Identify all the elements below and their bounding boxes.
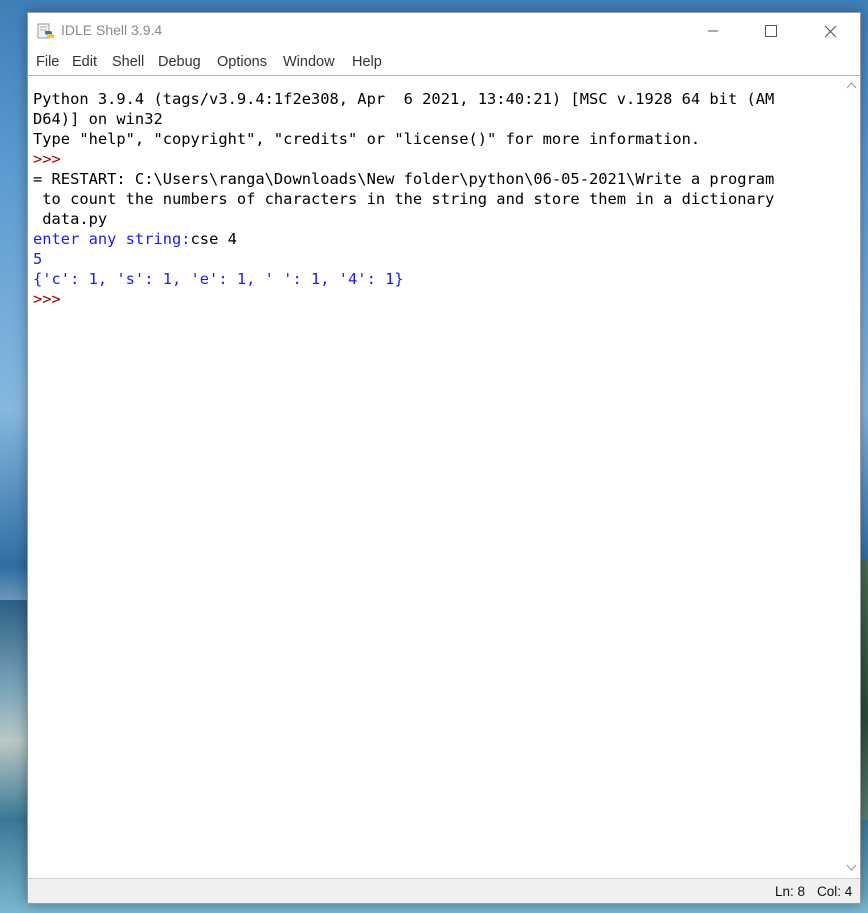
shell-line-restart: = RESTART: C:\Users\ranga\Downloads\New …	[33, 170, 775, 188]
shell-prompt: >>>	[33, 150, 71, 168]
close-icon	[824, 25, 836, 37]
minimize-icon	[708, 30, 718, 32]
shell-line-restart-cont: to count the numbers of characters in th…	[33, 190, 775, 208]
status-column-number: Col: 4	[817, 884, 853, 899]
minimize-button[interactable]	[684, 13, 742, 49]
menu-help[interactable]: Help	[350, 54, 384, 70]
status-line-number: Ln: 8	[775, 884, 806, 899]
shell-line-help-info: Type "help", "copyright", "credits" or "…	[33, 130, 701, 148]
menu-edit[interactable]: Edit	[70, 54, 99, 70]
window-title: IDLE Shell 3.9.4	[61, 22, 163, 38]
menu-shell[interactable]: Shell	[110, 54, 146, 70]
menu-bar: File Edit Shell Debug Options Window Hel…	[28, 51, 860, 75]
user-input-text: cse 4	[190, 230, 237, 248]
close-button[interactable]	[801, 13, 859, 49]
idle-shell-window: IDLE Shell 3.9.4 File Edit Shell Debug O…	[27, 12, 861, 904]
input-prompt-text: enter any string:	[33, 230, 191, 248]
shell-output-count: 5	[33, 250, 43, 268]
maximize-button[interactable]	[742, 13, 800, 49]
shell-line-restart-file: data.py	[33, 210, 108, 228]
vertical-scrollbar[interactable]	[843, 75, 860, 877]
menu-debug[interactable]: Debug	[156, 54, 203, 70]
shell-text-area[interactable]: Python 3.9.4 (tags/v3.9.4:1f2e308, Apr 6…	[28, 75, 843, 877]
python-idle-icon	[37, 22, 55, 40]
shell-line-version: Python 3.9.4 (tags/v3.9.4:1f2e308, Apr 6…	[33, 90, 775, 108]
menu-file[interactable]: File	[34, 54, 61, 70]
shell-prompt-current[interactable]: >>>	[33, 289, 70, 309]
shell-line-platform: D64)] on win32	[33, 110, 163, 128]
shell-output-dictionary: {'c': 1, 's': 1, 'e': 1, ' ': 1, '4': 1}	[33, 270, 404, 288]
scroll-down-arrow-icon[interactable]	[846, 864, 857, 872]
status-bar: Ln: 8 Col: 4	[28, 878, 860, 903]
shell-line-input-prompt: enter any string:cse 4	[33, 229, 237, 249]
maximize-icon	[765, 25, 777, 37]
scroll-up-arrow-icon[interactable]	[846, 81, 857, 89]
menu-options[interactable]: Options	[215, 54, 269, 70]
menu-window[interactable]: Window	[281, 54, 337, 70]
title-bar[interactable]: IDLE Shell 3.9.4	[28, 13, 860, 49]
